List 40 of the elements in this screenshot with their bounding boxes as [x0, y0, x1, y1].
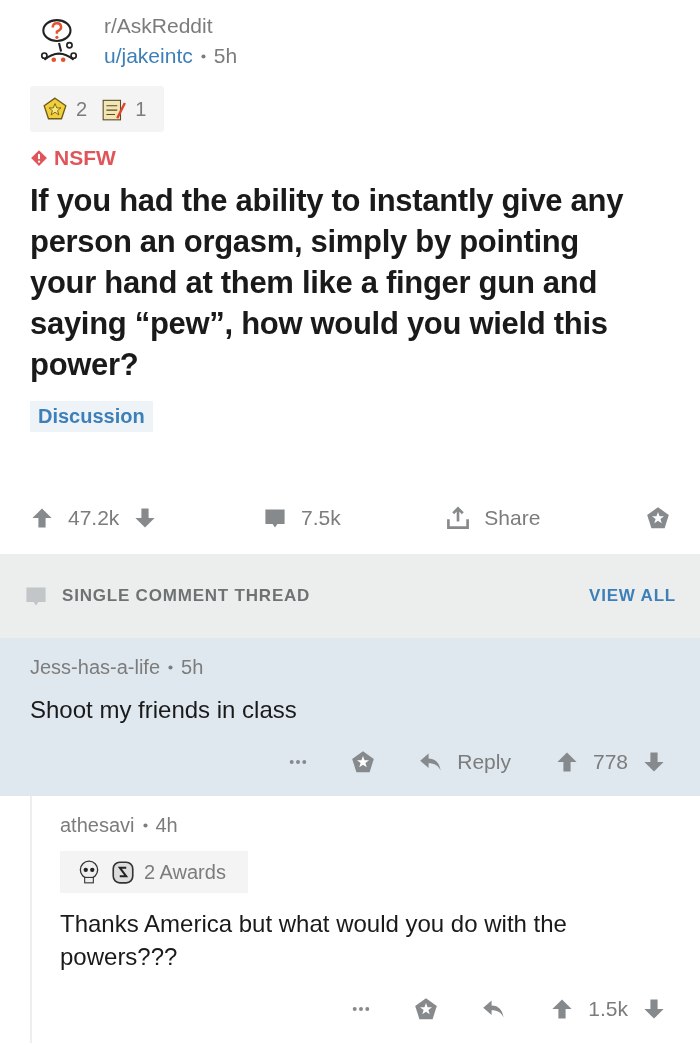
downvote-icon[interactable] — [642, 750, 666, 774]
award-icon[interactable] — [414, 997, 439, 1021]
awards-bar[interactable]: 2 Awards — [60, 851, 248, 893]
downvote-icon[interactable] — [642, 997, 666, 1021]
separator-dot — [168, 665, 174, 670]
share-icon[interactable] — [446, 506, 471, 530]
vote-count: 1.5k — [588, 997, 628, 1021]
coin-award-icon — [110, 859, 136, 885]
comment-author[interactable]: athesavi — [60, 814, 135, 837]
comment-count: 7.5k — [301, 506, 341, 530]
warning-icon — [30, 149, 48, 167]
more-options-icon[interactable] — [289, 759, 308, 765]
comment-text: Shoot my friends in class — [30, 695, 298, 725]
separator-dot — [142, 823, 148, 828]
view-all-link[interactable]: VIEW ALL — [589, 586, 676, 606]
post-title: If you had the ability to instantly give any person an orgasm, simply by pointing your hand at them like a finger gun and saying “pew”, how would you wield this power? — [30, 182, 625, 384]
star-award-icon — [42, 96, 68, 122]
nsfw-label: NSFW — [54, 146, 116, 170]
upvote-icon[interactable] — [30, 506, 54, 530]
more-options-icon[interactable] — [352, 1006, 371, 1012]
vote-count: 778 — [592, 750, 628, 774]
comment-text: Thanks America but what would you do with the powers??? — [60, 909, 568, 972]
separator-dot — [200, 53, 206, 59]
award-icon[interactable] — [646, 506, 670, 530]
comment-time: 4h — [155, 814, 178, 837]
award-icon[interactable] — [351, 750, 376, 774]
share-button[interactable]: Share — [484, 506, 541, 530]
comment-author[interactable]: Jess-has-a-life — [30, 656, 161, 679]
awards-bar[interactable]: 2 1 — [30, 86, 165, 132]
subreddit-name[interactable]: r/AskReddit — [104, 14, 238, 38]
comment-time: 5h — [181, 656, 204, 679]
username-link[interactable]: u/jakeintc — [104, 44, 193, 68]
vote-count: 47.2k — [68, 506, 120, 530]
award-count: 2 — [76, 97, 88, 121]
thread-label: SINGLE COMMENT THREAD — [62, 586, 311, 606]
reply-button[interactable]: Reply — [457, 750, 511, 774]
award-count: 1 — [135, 97, 147, 121]
post-time: 5h — [213, 44, 238, 68]
awards-count: 2 Awards — [144, 860, 226, 884]
flair-tag[interactable]: Discussion — [30, 401, 153, 432]
